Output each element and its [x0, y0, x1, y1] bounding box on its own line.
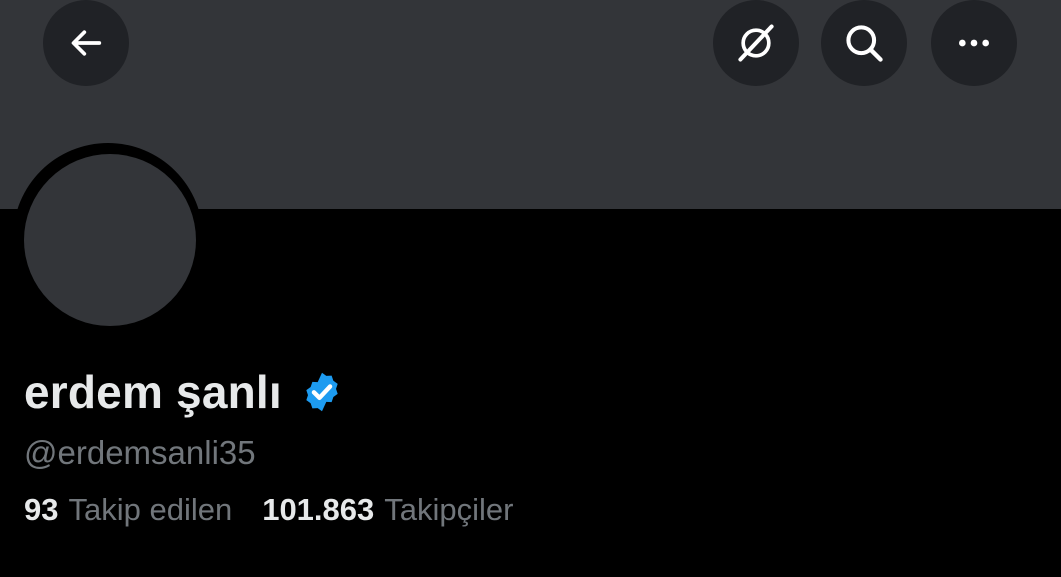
grok-button[interactable]: [713, 0, 799, 86]
followers-count: 101.863: [262, 492, 375, 527]
display-name: erdem şanlı: [24, 366, 282, 418]
following-label: Takip edilen: [68, 492, 233, 527]
more-options-button[interactable]: [931, 0, 1017, 86]
verified-badge-icon[interactable]: [300, 370, 344, 414]
more-dots-icon: [959, 39, 989, 47]
grok-icon: [738, 24, 774, 62]
arrow-left-icon: [71, 30, 102, 56]
search-button[interactable]: [821, 0, 907, 86]
profile-handle: @erdemsanli35: [24, 434, 256, 471]
following-count: 93: [24, 492, 59, 527]
avatar[interactable]: [24, 154, 196, 326]
profile-name-row: erdem şanlı: [24, 360, 344, 424]
followers-label: Takipçiler: [384, 492, 514, 527]
followers-stat[interactable]: 101.863 Takipçiler: [262, 492, 513, 528]
search-icon: [846, 25, 883, 62]
following-stat[interactable]: 93 Takip edilen: [24, 492, 232, 528]
back-button[interactable]: [43, 0, 129, 86]
profile-stats: 93 Takip edilen 101.863 Takipçiler: [24, 492, 543, 528]
